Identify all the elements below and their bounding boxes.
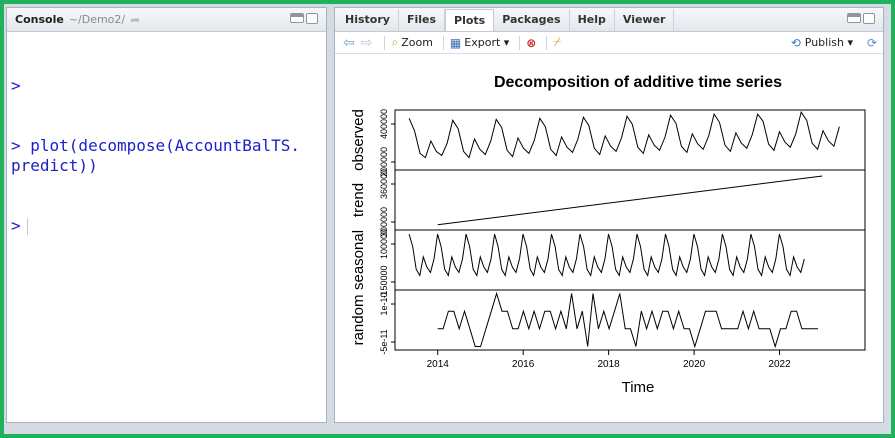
console-title: Console — [15, 13, 64, 26]
plots-pane: History Files Plots Packages Help Viewer… — [334, 7, 884, 423]
publish-icon: ⟲ — [790, 35, 801, 50]
series-line-random — [437, 291, 818, 349]
tab-files[interactable]: Files — [399, 9, 446, 31]
x-tick-label: 2014 — [427, 359, 450, 370]
console-line: > plot(decompose(AccountBalTS. predict)) — [11, 136, 300, 175]
console-prompt-line[interactable]: > — [11, 216, 322, 236]
x-tick-label: 2022 — [768, 359, 791, 370]
x-tick-label: 2016 — [512, 359, 535, 370]
panel-frame — [394, 109, 866, 171]
toolbar-separator — [519, 35, 521, 50]
minimize-icon[interactable] — [290, 13, 304, 23]
zoom-button[interactable]: ⌕ Zoom — [391, 35, 432, 50]
toolbar-separator — [546, 35, 548, 50]
tab-packages[interactable]: Packages — [494, 9, 570, 31]
text-cursor — [26, 218, 28, 235]
zoom-label: Zoom — [401, 36, 433, 49]
chart-title: Decomposition of additive time series — [494, 74, 782, 91]
y-tick-label: 360000 — [379, 169, 389, 199]
zoom-icon: ⌕ — [391, 35, 399, 49]
console-pane: Console ~/Demo2/ ➦ > > plot(decompose(Ac… — [6, 7, 327, 423]
series-line-trend — [437, 175, 823, 226]
y-tick-label: 100000 — [379, 229, 389, 259]
console-prompt: > — [11, 216, 21, 235]
panel-ylabel: seasonal — [350, 230, 367, 290]
console-header: Console ~/Demo2/ ➦ — [7, 8, 326, 32]
minimize-icon[interactable] — [847, 13, 861, 23]
publish-button[interactable]: ⟲ Publish ▾ — [791, 36, 853, 50]
forward-arrow-icon[interactable]: ⇨ — [361, 35, 373, 51]
toolbar-separator — [384, 35, 386, 50]
remove-plot-icon: ⊗ — [526, 35, 537, 50]
broom-icon: ⌿ — [553, 35, 562, 50]
plots-window-buttons — [847, 13, 875, 24]
tab-help[interactable]: Help — [570, 9, 615, 31]
pane-splitter[interactable] — [327, 7, 334, 423]
y-tick-label: 400000 — [379, 109, 389, 139]
maximize-icon[interactable] — [863, 13, 875, 24]
console-line: > — [11, 76, 21, 95]
y-tick-label: 1e-10 — [379, 292, 389, 315]
export-label: Export ▾ — [464, 36, 510, 49]
panel-ylabel: random — [350, 295, 367, 346]
tab-viewer[interactable]: Viewer — [615, 9, 675, 31]
toolbar-separator — [442, 35, 444, 50]
back-arrow-icon[interactable]: ⇦ — [343, 35, 355, 51]
x-tick-label: 2018 — [598, 359, 621, 370]
x-tick-label: 2020 — [683, 359, 706, 370]
go-to-directory-icon[interactable]: ➦ — [130, 13, 140, 27]
y-tick-label: -5e-11 — [379, 329, 389, 354]
panel-ylabel: observed — [350, 109, 367, 171]
export-icon: ▦ — [449, 35, 462, 50]
plots-toolbar: ⇦ ⇨ ⌕ Zoom ▦ Export ▾ ⊗ ⌿ ⟲ Publish ▾ ⟳ — [335, 32, 883, 54]
panel-ylabel: trend — [350, 183, 367, 217]
series-line-seasonal — [408, 233, 805, 277]
clear-all-button[interactable]: ⌿ — [553, 35, 561, 50]
export-button[interactable]: ▦ Export ▾ — [450, 36, 509, 50]
console-window-buttons — [290, 13, 318, 24]
tab-history[interactable]: History — [337, 9, 399, 31]
series-line-observed — [408, 110, 840, 159]
publish-label: Publish ▾ — [804, 36, 853, 49]
console-path[interactable]: ~/Demo2/ — [69, 13, 125, 26]
tab-plots[interactable]: Plots — [445, 9, 495, 31]
plots-tabbar: History Files Plots Packages Help Viewer — [335, 8, 883, 32]
remove-plot-button[interactable]: ⊗ — [526, 36, 536, 50]
refresh-icon[interactable]: ⟳ — [867, 36, 877, 50]
decomposition-plot: Decomposition of additive time series obs… — [350, 74, 866, 396]
maximize-icon[interactable] — [306, 13, 318, 24]
console-output[interactable]: > > plot(decompose(AccountBalTS. predict… — [7, 32, 326, 280]
x-axis-label: Time — [622, 379, 655, 396]
panel-frame — [394, 289, 866, 351]
